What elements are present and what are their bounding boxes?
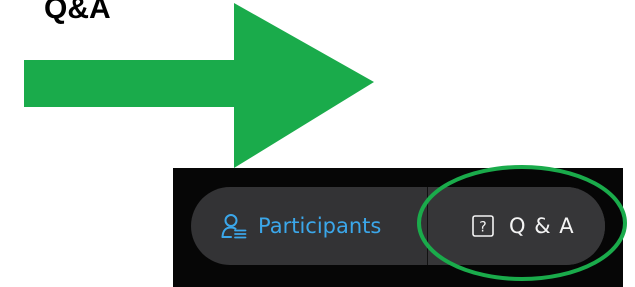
toolbar-pill: Participants ? Q & A [191, 187, 605, 265]
participants-icon [221, 213, 247, 239]
qa-label: Q & A [509, 214, 575, 238]
svg-text:?: ? [479, 220, 486, 236]
qa-button[interactable]: ? Q & A [428, 187, 605, 265]
participants-label: Participants [258, 214, 382, 238]
arrow-right-icon [24, 3, 374, 168]
participants-button[interactable]: Participants [191, 187, 427, 265]
question-box-icon: ? [472, 215, 494, 237]
meeting-toolbar: Participants ? Q & A [173, 168, 623, 287]
